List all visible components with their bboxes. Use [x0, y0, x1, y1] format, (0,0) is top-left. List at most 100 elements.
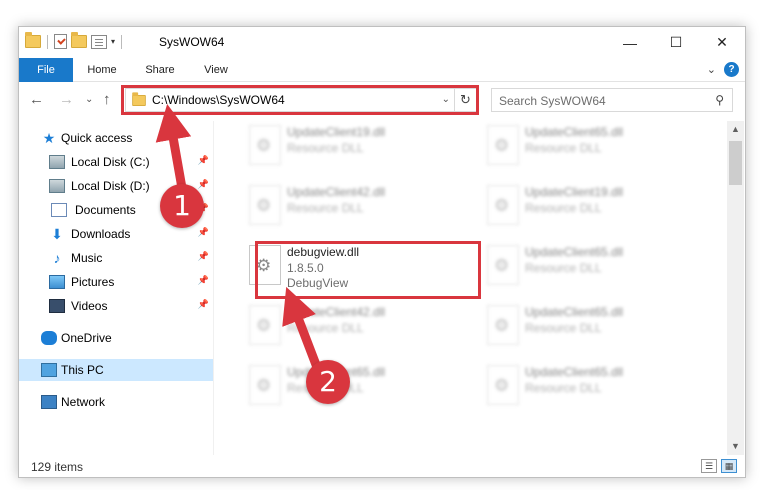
- tiles-view-icon[interactable]: ▦: [721, 459, 737, 473]
- sidebar-item-onedrive[interactable]: OneDrive: [19, 327, 213, 349]
- file-name: UpdateClient65.dll: [525, 365, 624, 379]
- dll-file-icon: [487, 305, 519, 345]
- sidebar-item-label: Quick access: [61, 131, 133, 145]
- file-name: UpdateClient42.dll: [287, 305, 386, 319]
- pin-icon[interactable]: 📌: [198, 299, 209, 310]
- tab-share[interactable]: Share: [135, 58, 185, 82]
- step-1-callout: 1: [160, 184, 204, 228]
- customize-toolbar-chevron-icon[interactable]: ▾: [111, 37, 115, 46]
- vertical-scrollbar[interactable]: ▲ ▼: [727, 121, 744, 455]
- pictures-icon: [49, 275, 65, 289]
- sidebar-item-label: Videos: [71, 299, 108, 313]
- sidebar-item-local-disk-c[interactable]: Local Disk (C:) 📌: [19, 151, 213, 173]
- file-highlight-box: [255, 241, 481, 299]
- file-description: Resource DLL: [287, 141, 364, 155]
- file-description: Resource DLL: [525, 141, 602, 155]
- file-item[interactable]: UpdateClient19.dll Resource DLL: [239, 121, 469, 171]
- recent-locations-chevron-icon[interactable]: ⌄: [85, 94, 93, 105]
- pin-icon[interactable]: 📌: [198, 227, 209, 238]
- up-arrow-icon[interactable]: ↑: [103, 91, 111, 108]
- search-input[interactable]: Search SysWOW64 ⚲: [491, 88, 733, 112]
- dll-file-icon: [487, 365, 519, 405]
- dll-file-icon: [249, 365, 281, 405]
- expand-ribbon-chevron-icon[interactable]: ⌄: [707, 63, 716, 76]
- sidebar-item-music[interactable]: ♪ Music 📌: [19, 247, 213, 269]
- this-pc-icon: [41, 363, 57, 377]
- title-bar: ▾ SysWOW64 — ☐ ✕: [19, 27, 745, 58]
- documents-icon: [51, 203, 67, 217]
- navigation-bar: ← → ⌄ ↑ C:\Windows\SysWOW64 ⌄ ↻ Search S…: [19, 85, 745, 115]
- tab-file[interactable]: File: [19, 58, 73, 82]
- file-item[interactable]: UpdateClient65.dll Resource DLL: [477, 361, 707, 411]
- file-name: UpdateClient65.dll: [525, 245, 624, 259]
- item-count: 129 items: [31, 460, 84, 474]
- minimize-button[interactable]: —: [607, 27, 653, 58]
- sidebar-item-this-pc[interactable]: This PC: [19, 359, 213, 381]
- videos-icon: [49, 299, 65, 313]
- file-description: Resource DLL: [525, 201, 602, 215]
- dll-file-icon: [487, 185, 519, 225]
- view-buttons: ☰ ▦: [701, 459, 737, 473]
- tab-home[interactable]: Home: [77, 58, 127, 82]
- scroll-down-icon[interactable]: ▼: [727, 438, 744, 455]
- pin-icon[interactable]: 📌: [198, 275, 209, 286]
- download-icon: ⬇: [51, 225, 63, 242]
- maximize-button[interactable]: ☐: [653, 27, 699, 58]
- file-name: UpdateClient65.dll: [525, 125, 624, 139]
- file-item[interactable]: UpdateClient65.dll Resource DLL: [239, 361, 469, 411]
- pin-icon[interactable]: 📌: [198, 251, 209, 262]
- pane-divider[interactable]: [213, 121, 214, 455]
- address-highlight-box: [121, 85, 479, 115]
- file-description: Resource DLL: [525, 381, 602, 395]
- tab-view[interactable]: View: [191, 58, 241, 82]
- dll-file-icon: [249, 125, 281, 165]
- dll-file-icon: [487, 245, 519, 285]
- file-description: Resource DLL: [287, 201, 364, 215]
- sidebar-item-label: Local Disk (C:): [71, 155, 150, 169]
- star-icon: ★: [42, 129, 56, 146]
- properties-check-icon[interactable]: [54, 34, 67, 49]
- folder-icon: [25, 32, 41, 48]
- ribbon-tabs: File Home Share View: [19, 58, 745, 82]
- ribbon-right-controls: ⌄ ?: [707, 62, 739, 77]
- dll-file-icon: [249, 305, 281, 345]
- pin-icon[interactable]: 📌: [198, 155, 209, 166]
- sidebar-item-quick-access[interactable]: ★ Quick access: [19, 127, 213, 149]
- search-placeholder: Search SysWOW64: [499, 94, 606, 108]
- scroll-up-icon[interactable]: ▲: [727, 121, 744, 138]
- separator: [121, 34, 123, 49]
- window-title: SysWOW64: [159, 35, 225, 49]
- file-description: Resource DLL: [287, 321, 364, 335]
- new-folder-icon[interactable]: [71, 32, 87, 48]
- sidebar-item-pictures[interactable]: Pictures 📌: [19, 271, 213, 293]
- file-item[interactable]: UpdateClient19.dll Resource DLL: [477, 181, 707, 231]
- step-2-callout: 2: [306, 360, 350, 404]
- disk-icon: [49, 155, 65, 169]
- navigation-pane: ★ Quick access Local Disk (C:) 📌 Local D…: [19, 121, 213, 451]
- properties-icon[interactable]: [91, 34, 107, 49]
- sidebar-item-label: Local Disk (D:): [71, 179, 150, 193]
- sidebar-item-label: Pictures: [71, 275, 115, 289]
- file-item[interactable]: UpdateClient65.dll Resource DLL: [477, 301, 707, 351]
- sidebar-item-network[interactable]: Network: [19, 391, 213, 413]
- file-description: Resource DLL: [525, 321, 602, 335]
- pin-icon[interactable]: 📌: [198, 179, 209, 190]
- help-icon[interactable]: ?: [724, 62, 739, 77]
- file-item[interactable]: UpdateClient42.dll Resource DLL: [239, 181, 469, 231]
- file-item[interactable]: UpdateClient65.dll Resource DLL: [477, 121, 707, 171]
- file-name: UpdateClient65.dll: [525, 305, 624, 319]
- search-icon[interactable]: ⚲: [715, 93, 724, 107]
- sidebar-item-label: Documents: [75, 203, 136, 217]
- sidebar-item-videos[interactable]: Videos 📌: [19, 295, 213, 317]
- details-view-icon[interactable]: ☰: [701, 459, 717, 473]
- file-item[interactable]: UpdateClient65.dll Resource DLL: [477, 241, 707, 291]
- sidebar-item-label: OneDrive: [61, 331, 112, 345]
- scrollbar-thumb[interactable]: [729, 141, 742, 185]
- close-button[interactable]: ✕: [699, 27, 745, 58]
- file-item[interactable]: UpdateClient42.dll Resource DLL: [239, 301, 469, 351]
- music-icon: ♪: [53, 250, 61, 266]
- forward-arrow-icon[interactable]: →: [59, 91, 74, 108]
- dll-file-icon: [487, 125, 519, 165]
- back-arrow-icon[interactable]: ←: [29, 91, 44, 108]
- separator: [47, 34, 48, 49]
